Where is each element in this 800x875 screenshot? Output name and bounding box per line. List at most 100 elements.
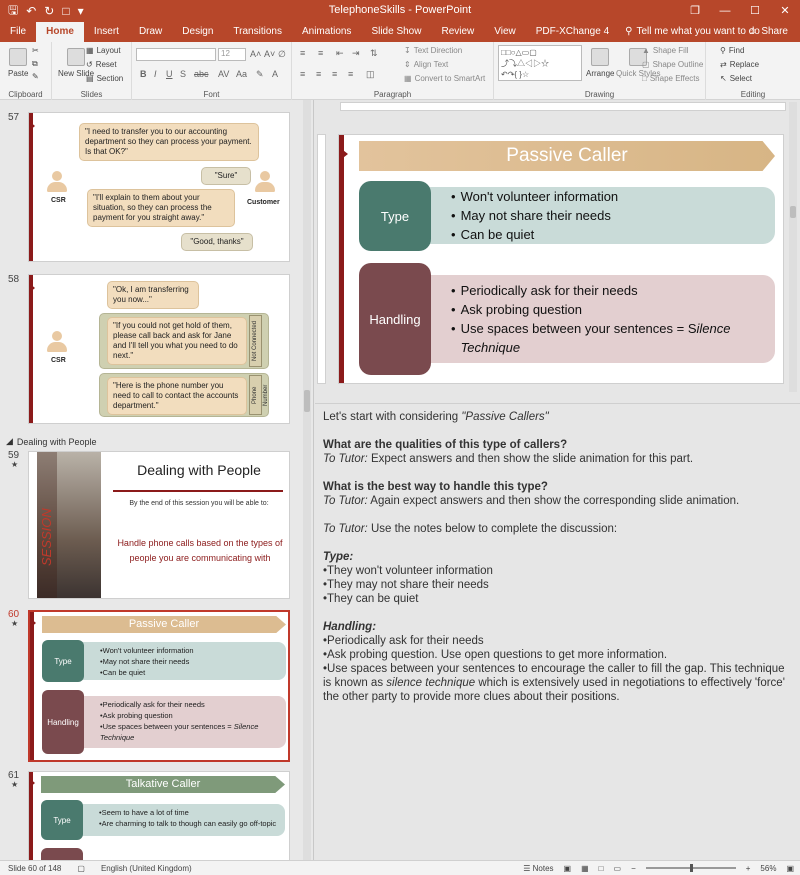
speech-bubble: "I need to transfer you to our accountin… [79, 123, 259, 161]
tab-draw[interactable]: Draw [129, 22, 172, 42]
thumbnail-slide-60[interactable]: Passive Caller Won't volunteer informati… [28, 610, 290, 762]
font-size-box[interactable]: 12 [218, 48, 246, 61]
thumbnail-slide-59[interactable]: SESSION Dealing with People By the end o… [28, 451, 290, 599]
share-button[interactable]: ☺ Share [747, 22, 788, 42]
align-center-icon[interactable]: ≡ [316, 69, 321, 79]
zoom-in-icon[interactable]: + [746, 864, 751, 873]
tab-slide-show[interactable]: Slide Show [361, 22, 431, 42]
person-icon [47, 171, 67, 192]
format-painter-icon[interactable]: ✎ [32, 72, 39, 81]
close-button[interactable]: ✕ [770, 0, 800, 22]
copy-icon[interactable]: ⧉ [32, 59, 38, 69]
zoom-out-icon[interactable]: − [631, 864, 636, 873]
cut-icon[interactable]: ✂ [32, 46, 39, 55]
thumbnail-slide-61[interactable]: Talkative Caller Seem to have a lot of t… [28, 771, 290, 860]
shapes-gallery[interactable]: □□○△▭▢ ⤴⤵△◁▷☆ ↶↷{ }☆ [498, 45, 582, 81]
zoom-level[interactable]: 56% [760, 864, 776, 873]
tab-home[interactable]: Home [36, 22, 84, 42]
tab-file[interactable]: File [0, 22, 36, 42]
shape-effects-button[interactable]: □ Shape Effects [642, 74, 700, 83]
reset-button[interactable]: ↺ Reset [86, 60, 117, 69]
notes-button[interactable]: ☰ Notes [523, 864, 553, 873]
handling-content-box: Periodically ask for their needs Ask pro… [50, 696, 286, 748]
language-indicator[interactable]: English (United Kingdom) [93, 864, 200, 873]
change-case-icon[interactable]: Aa [236, 69, 247, 79]
find-button[interactable]: ⚲ Find [720, 46, 744, 55]
slide-title[interactable]: Passive Caller [359, 141, 775, 171]
type-label[interactable]: Type [359, 181, 431, 251]
scrollbar-thumb[interactable] [304, 390, 310, 412]
minimize-button[interactable]: — [710, 0, 740, 22]
arrange-button[interactable]: Arrange [586, 48, 614, 78]
fit-slide-icon[interactable]: ▣ [786, 864, 794, 873]
text-direction-button[interactable]: ↧ Text Direction [404, 46, 462, 55]
text-direction-icon: ↧ [404, 46, 411, 55]
justify-icon[interactable]: ≡ [348, 69, 353, 79]
customize-qat-icon[interactable]: ▾ [78, 4, 84, 18]
save-icon[interactable]: 🖫 [8, 1, 18, 22]
thumbnail-slide-58[interactable]: "Ok, I am transferring you now..." "If y… [28, 274, 290, 424]
underline-icon[interactable]: U [166, 69, 173, 79]
tab-animations[interactable]: Animations [292, 22, 361, 42]
char-spacing-icon[interactable]: AV [218, 69, 229, 79]
handling-label[interactable]: Handling [359, 263, 431, 375]
shape-fill-button[interactable]: ▲ Shape Fill [642, 46, 689, 55]
shadow-icon[interactable]: S [180, 69, 186, 79]
tab-view[interactable]: View [484, 22, 526, 42]
section-button[interactable]: ▤ Section [86, 74, 123, 83]
undo-icon[interactable]: ↶ [26, 4, 36, 18]
tab-transitions[interactable]: Transitions [223, 22, 292, 42]
align-right-icon[interactable]: ≡ [332, 69, 337, 79]
numbering-icon[interactable]: ≡ [318, 48, 323, 58]
highlight-icon[interactable]: ✎ [256, 69, 264, 80]
normal-view-icon[interactable]: ▣ [564, 864, 572, 873]
slide-sorter-icon[interactable]: ▦ [581, 864, 589, 873]
current-slide[interactable]: Passive Caller Won't volunteer informati… [338, 134, 784, 384]
line-spacing-icon[interactable]: ⇅ [370, 48, 378, 59]
tab-pdf-xchange[interactable]: PDF-XChange 4 [526, 22, 619, 42]
vertical-ruler [317, 134, 326, 384]
strikethrough-icon[interactable]: abc [194, 69, 209, 79]
slide-thumbnails-pane[interactable]: 57 "I need to transfer you to our accoun… [0, 100, 314, 860]
spellcheck-icon[interactable]: ▢ [69, 864, 93, 873]
section-header[interactable]: ◢ Dealing with People [6, 436, 96, 447]
replace-button[interactable]: ⇄ Replace [720, 60, 759, 69]
columns-icon[interactable]: ◫ [366, 69, 375, 80]
thumbnail-scrollbar[interactable] [303, 100, 311, 860]
paste-button[interactable]: Paste [8, 48, 28, 78]
convert-smartart-button[interactable]: ▦ Convert to SmartArt [404, 74, 485, 83]
layout-button[interactable]: ▦ Layout [86, 46, 121, 55]
shrink-font-icon[interactable]: A˅ [264, 49, 275, 59]
reading-view-icon[interactable]: □ [599, 864, 604, 873]
thumbnail-slide-57[interactable]: "I need to transfer you to our accountin… [28, 112, 290, 262]
animation-star-icon: ★ [11, 460, 19, 469]
font-name-box[interactable] [136, 48, 216, 61]
tab-insert[interactable]: Insert [84, 22, 129, 42]
slideshow-icon[interactable]: ▭ [614, 864, 622, 873]
tab-design[interactable]: Design [172, 22, 223, 42]
grow-font-icon[interactable]: A˄ [250, 49, 261, 59]
tell-me-box[interactable]: ⚲ Tell me what you want to do [619, 22, 760, 42]
maximize-button[interactable]: ☐ [740, 0, 770, 22]
shape-outline-button[interactable]: ▢ Shape Outline [642, 60, 703, 69]
start-from-beginning-icon[interactable]: □ [62, 4, 69, 18]
zoom-slider[interactable] [645, 864, 736, 872]
align-text-button[interactable]: ⇕ Align Text [404, 60, 448, 69]
notes-pane[interactable]: Let's start with considering "Passive Ca… [315, 403, 800, 860]
align-left-icon[interactable]: ≡ [300, 69, 305, 79]
scrollbar-thumb[interactable] [790, 206, 796, 218]
redo-icon[interactable]: ↻ [44, 4, 54, 18]
font-color-icon[interactable]: A [272, 69, 278, 79]
slide-scrollbar[interactable] [789, 102, 797, 392]
increase-indent-icon[interactable]: ⇥ [352, 48, 360, 59]
decrease-indent-icon[interactable]: ⇤ [336, 48, 344, 59]
fill-icon: ▲ [642, 46, 650, 55]
ribbon-display-options-icon[interactable]: ❐ [680, 0, 710, 22]
bold-icon[interactable]: B [140, 69, 147, 79]
clear-formatting-icon[interactable]: ∅ [278, 49, 286, 60]
select-button[interactable]: ↖ Select [720, 74, 752, 83]
clipboard-group: Paste ✂ ⧉ ✎ Clipboard [0, 42, 52, 100]
tab-review[interactable]: Review [431, 22, 484, 42]
bullets-icon[interactable]: ≡ [300, 48, 305, 58]
italic-icon[interactable]: I [154, 69, 157, 79]
